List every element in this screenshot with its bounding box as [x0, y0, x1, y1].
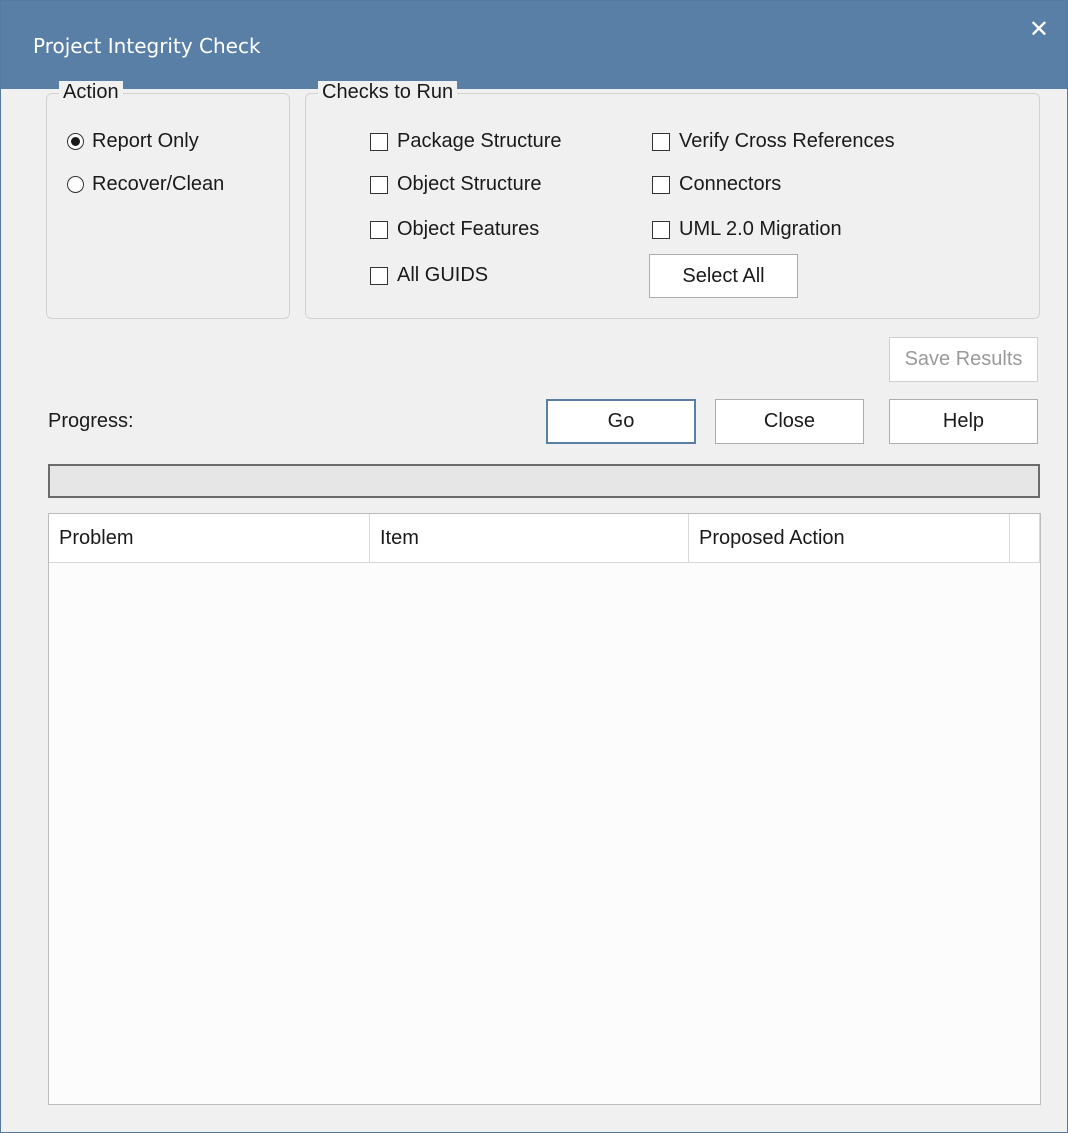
- help-button[interactable]: Help: [889, 399, 1038, 444]
- action-group: Action: [46, 81, 290, 319]
- radio-recover-clean[interactable]: Recover/Clean: [67, 173, 224, 196]
- check-all-guids-box[interactable]: [370, 266, 388, 285]
- results-table[interactable]: Problem Item Proposed Action: [48, 513, 1041, 1105]
- check-object-structure-label: Object Structure: [397, 173, 542, 195]
- progress-label: Progress:: [48, 410, 134, 432]
- check-object-structure[interactable]: Object Structure: [370, 173, 542, 196]
- check-connectors-box[interactable]: [652, 175, 670, 194]
- check-uml-migration-box[interactable]: [652, 220, 670, 239]
- check-object-features-label: Object Features: [397, 218, 540, 240]
- results-table-header: Problem Item Proposed Action: [49, 514, 1040, 563]
- check-all-guids[interactable]: All GUIDS: [370, 264, 488, 287]
- radio-report-only-indicator[interactable]: [67, 133, 84, 150]
- column-header-item[interactable]: Item: [370, 514, 689, 562]
- checks-group-legend: Checks to Run: [318, 81, 458, 104]
- radio-recover-clean-indicator[interactable]: [67, 176, 84, 193]
- save-results-button[interactable]: Save Results: [889, 337, 1038, 382]
- check-verify-cross-references[interactable]: Verify Cross References: [652, 130, 895, 153]
- column-header-proposed-action[interactable]: Proposed Action: [689, 514, 1010, 562]
- progress-bar: [48, 464, 1040, 498]
- radio-report-only-label: Report Only: [92, 130, 199, 152]
- dialog-title: Project Integrity Check: [33, 34, 261, 58]
- radio-recover-clean-label: Recover/Clean: [92, 173, 225, 195]
- check-connectors-label: Connectors: [679, 173, 782, 195]
- check-verify-cross-references-box[interactable]: [652, 132, 670, 151]
- radio-report-only[interactable]: Report Only: [67, 130, 199, 153]
- check-object-features[interactable]: Object Features: [370, 218, 539, 241]
- check-connectors[interactable]: Connectors: [652, 173, 781, 196]
- title-bar[interactable]: Project Integrity Check ✕: [1, 1, 1067, 89]
- action-group-legend: Action: [59, 81, 123, 104]
- check-all-guids-label: All GUIDS: [397, 264, 489, 286]
- close-button[interactable]: Close: [715, 399, 864, 444]
- check-uml-migration[interactable]: UML 2.0 Migration: [652, 218, 842, 241]
- check-object-structure-box[interactable]: [370, 175, 388, 194]
- column-header-filler: [1010, 514, 1040, 562]
- check-uml-migration-label: UML 2.0 Migration: [679, 218, 842, 240]
- check-package-structure-label: Package Structure: [397, 130, 562, 152]
- column-header-problem[interactable]: Problem: [49, 514, 370, 562]
- select-all-button[interactable]: Select All: [649, 254, 798, 298]
- check-package-structure[interactable]: Package Structure: [370, 130, 562, 153]
- check-verify-cross-references-label: Verify Cross References: [679, 130, 895, 152]
- go-button[interactable]: Go: [546, 399, 696, 444]
- check-object-features-box[interactable]: [370, 220, 388, 239]
- check-package-structure-box[interactable]: [370, 132, 388, 151]
- close-icon[interactable]: ✕: [1029, 15, 1049, 43]
- project-integrity-check-dialog: Project Integrity Check ✕ Action Report …: [0, 0, 1068, 1133]
